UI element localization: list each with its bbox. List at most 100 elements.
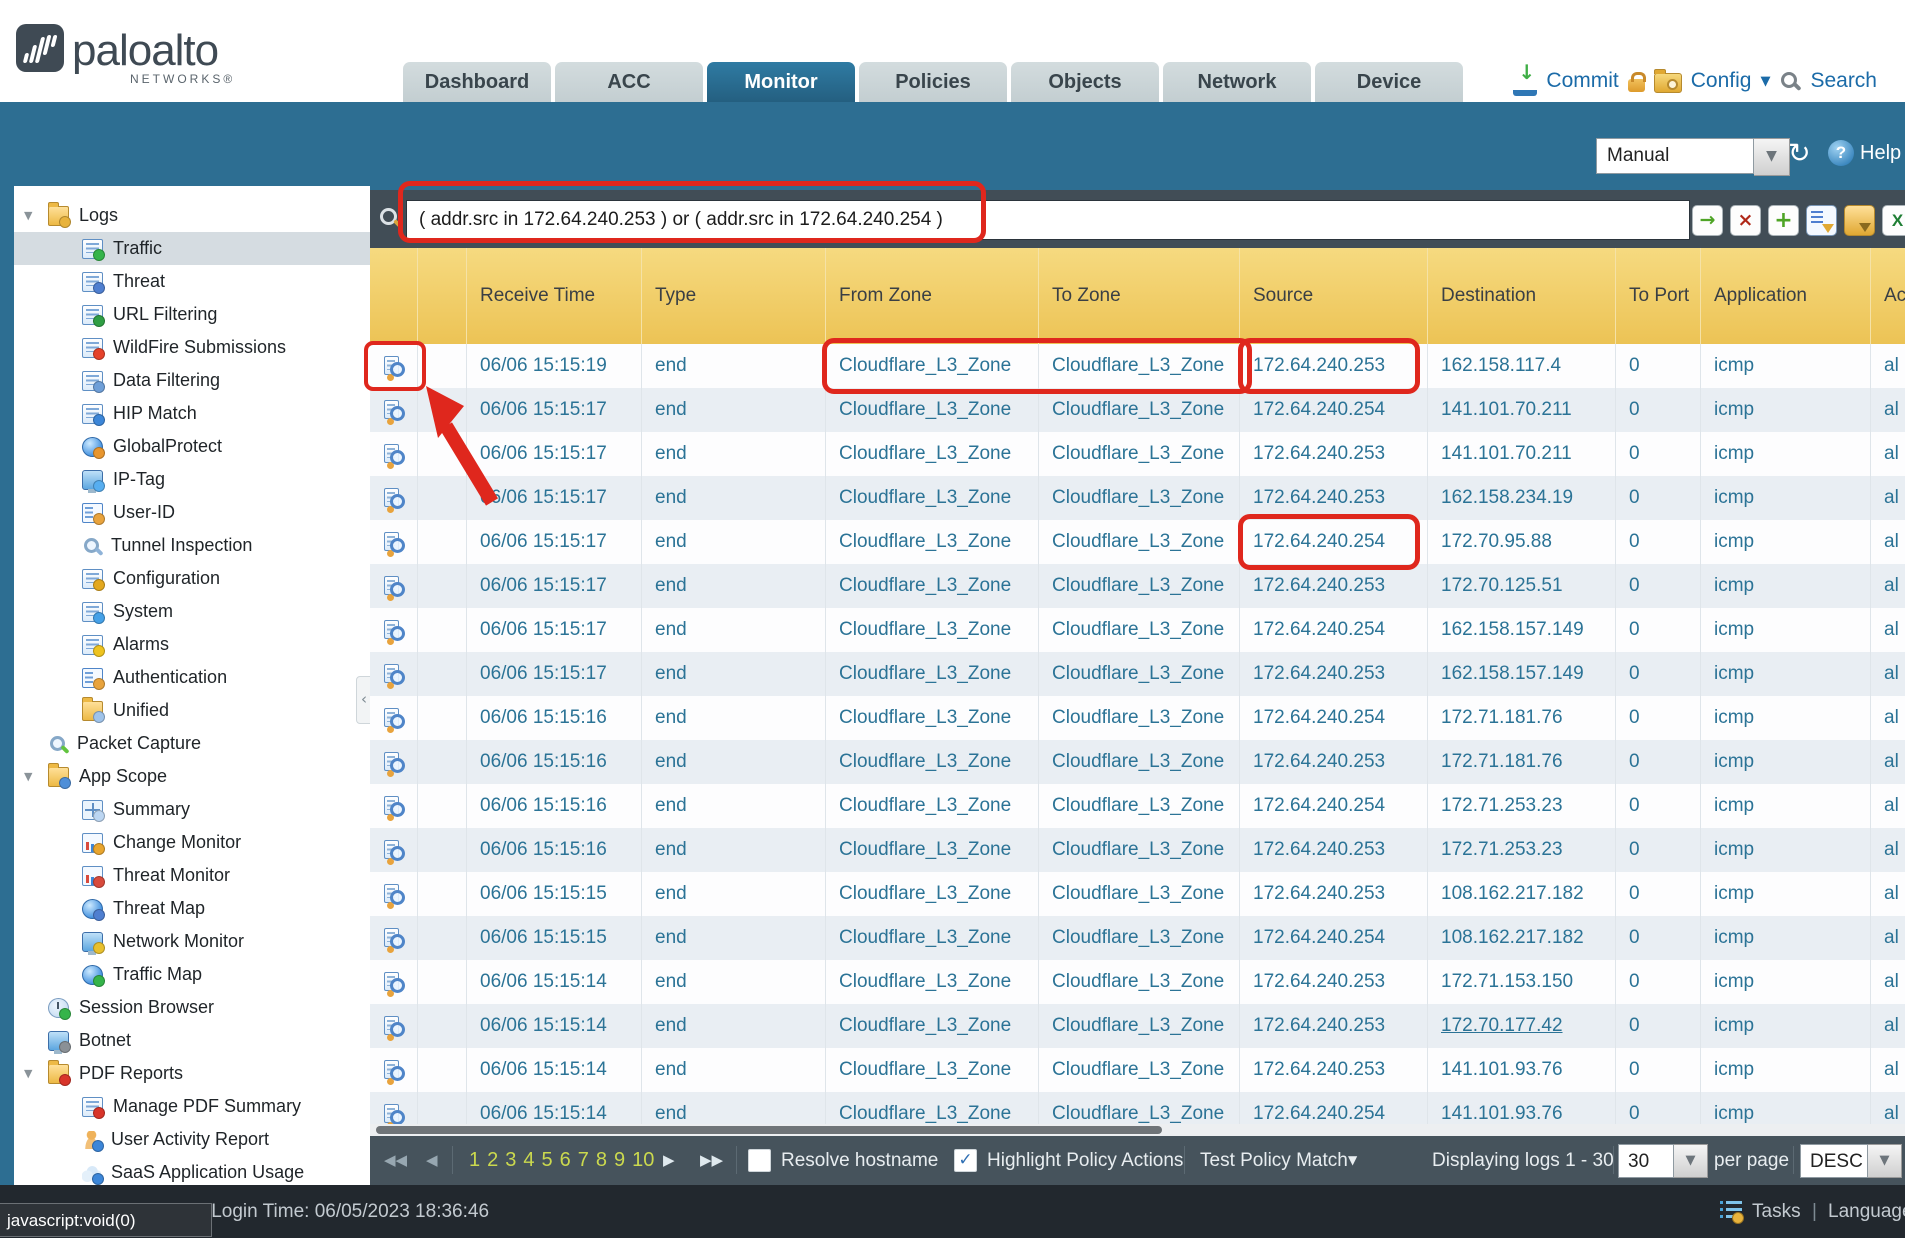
column-header-col1[interactable] bbox=[418, 248, 467, 344]
tab-objects[interactable]: Objects bbox=[1011, 62, 1159, 102]
add-filter-icon[interactable]: + bbox=[1768, 205, 1799, 236]
resolve-hostname-checkbox[interactable] bbox=[748, 1149, 771, 1172]
search-icon[interactable] bbox=[1779, 70, 1801, 92]
page-number-1[interactable]: 1 bbox=[469, 1136, 480, 1185]
config-icon[interactable] bbox=[1654, 73, 1682, 93]
sidebar-item-traffic-map[interactable]: Traffic Map bbox=[14, 958, 370, 991]
help-icon[interactable]: ? bbox=[1828, 140, 1854, 166]
horizontal-scrollbar-thumb[interactable] bbox=[376, 1126, 1162, 1134]
sidebar-item-logs[interactable]: ▼Logs bbox=[14, 199, 370, 232]
sidebar-item-session-browser[interactable]: Session Browser bbox=[14, 991, 370, 1024]
column-header-to-zone[interactable]: To Zone bbox=[1039, 248, 1240, 344]
page-number-6[interactable]: 6 bbox=[560, 1136, 571, 1185]
column-header-receive-time[interactable]: Receive Time bbox=[467, 248, 642, 344]
tasks-icon[interactable] bbox=[1720, 1201, 1742, 1221]
log-detail-icon[interactable] bbox=[383, 752, 405, 773]
column-header-ac[interactable]: Ac bbox=[1871, 248, 1905, 344]
tasks-button[interactable]: Tasks bbox=[1752, 1185, 1801, 1238]
per-page-select[interactable]: 30 bbox=[1618, 1144, 1674, 1178]
page-number-5[interactable]: 5 bbox=[542, 1136, 553, 1185]
log-detail-icon[interactable] bbox=[383, 488, 405, 509]
sidebar-item-network-monitor[interactable]: Network Monitor bbox=[14, 925, 370, 958]
last-page-button[interactable]: ▶▶ bbox=[700, 1136, 723, 1185]
sidebar-item-alarms[interactable]: Alarms bbox=[14, 628, 370, 661]
page-number-2[interactable]: 2 bbox=[487, 1136, 498, 1185]
log-detail-icon[interactable] bbox=[383, 884, 405, 905]
sidebar-item-packet-capture[interactable]: Packet Capture bbox=[14, 727, 370, 760]
page-number-4[interactable]: 4 bbox=[523, 1136, 534, 1185]
destination-link[interactable]: 172.70.177.42 bbox=[1441, 1015, 1563, 1037]
refresh-interval-select[interactable]: Manual ▼ bbox=[1596, 138, 1790, 176]
sidebar-item-botnet[interactable]: Botnet bbox=[14, 1024, 370, 1057]
sidebar-item-traffic[interactable]: Traffic bbox=[14, 232, 370, 265]
sidebar-item-threat[interactable]: Threat bbox=[14, 265, 370, 298]
log-detail-icon[interactable] bbox=[383, 1060, 405, 1081]
commit-icon[interactable] bbox=[1513, 66, 1537, 96]
sidebar-item-change-monitor[interactable]: Change Monitor bbox=[14, 826, 370, 859]
column-header-source[interactable]: Source bbox=[1240, 248, 1428, 344]
column-header-to-port[interactable]: To Port bbox=[1616, 248, 1701, 344]
help-label[interactable]: Help bbox=[1860, 142, 1901, 165]
log-filter-input[interactable] bbox=[406, 200, 1690, 240]
tab-policies[interactable]: Policies bbox=[859, 62, 1007, 102]
column-header-col0[interactable] bbox=[370, 248, 418, 344]
log-detail-icon[interactable] bbox=[383, 928, 405, 949]
log-detail-icon[interactable] bbox=[383, 796, 405, 817]
sort-order-dropdown-arrow[interactable]: ▼ bbox=[1868, 1144, 1902, 1178]
tab-device[interactable]: Device bbox=[1315, 62, 1463, 102]
sidebar-item-wildfire-submissions[interactable]: WildFire Submissions bbox=[14, 331, 370, 364]
sidebar-item-configuration[interactable]: Configuration bbox=[14, 562, 370, 595]
page-number-9[interactable]: 9 bbox=[614, 1136, 625, 1185]
page-number-8[interactable]: 8 bbox=[596, 1136, 607, 1185]
export-to-csv-icon[interactable]: X bbox=[1882, 205, 1905, 236]
log-detail-icon[interactable] bbox=[383, 356, 405, 377]
column-header-application[interactable]: Application bbox=[1701, 248, 1871, 344]
sidebar-item-unified[interactable]: Unified bbox=[14, 694, 370, 727]
page-number-3[interactable]: 3 bbox=[505, 1136, 516, 1185]
sidebar-item-ip-tag[interactable]: IP-Tag bbox=[14, 463, 370, 496]
expander-arrow-icon[interactable]: ▼ bbox=[24, 209, 48, 222]
column-header-destination[interactable]: Destination bbox=[1428, 248, 1616, 344]
prev-page-button[interactable]: ◀ bbox=[426, 1136, 438, 1185]
test-policy-match-button[interactable]: Test Policy Match bbox=[1200, 1136, 1348, 1185]
log-detail-icon[interactable] bbox=[383, 664, 405, 685]
log-detail-icon[interactable] bbox=[383, 576, 405, 597]
sidebar-item-pdf-reports[interactable]: ▼PDF Reports bbox=[14, 1057, 370, 1090]
load-filter-icon[interactable] bbox=[1844, 205, 1875, 236]
log-detail-icon[interactable] bbox=[383, 532, 405, 553]
sidebar-item-threat-monitor[interactable]: Threat Monitor bbox=[14, 859, 370, 892]
refresh-icon[interactable]: ↻ bbox=[1788, 138, 1811, 169]
log-detail-icon[interactable] bbox=[383, 840, 405, 861]
language-button[interactable]: Language bbox=[1828, 1185, 1905, 1238]
column-header-from-zone[interactable]: From Zone bbox=[826, 248, 1039, 344]
sidebar-item-hip-match[interactable]: HIP Match bbox=[14, 397, 370, 430]
page-number-7[interactable]: 7 bbox=[578, 1136, 589, 1185]
column-header-type[interactable]: Type bbox=[642, 248, 826, 344]
per-page-dropdown-arrow[interactable]: ▼ bbox=[1674, 1144, 1708, 1178]
tab-acc[interactable]: ACC bbox=[555, 62, 703, 102]
log-detail-icon[interactable] bbox=[383, 1104, 405, 1125]
tab-dashboard[interactable]: Dashboard bbox=[403, 62, 551, 102]
sidebar-item-saas-application-usage[interactable]: SaaS Application Usage bbox=[14, 1156, 370, 1185]
sidebar-item-app-scope[interactable]: ▼App Scope bbox=[14, 760, 370, 793]
sidebar-item-authentication[interactable]: Authentication bbox=[14, 661, 370, 694]
test-policy-match-caret-icon[interactable]: ▼ bbox=[1348, 1136, 1357, 1185]
config-button[interactable]: Config bbox=[1691, 69, 1752, 93]
log-detail-icon[interactable] bbox=[383, 620, 405, 641]
expander-arrow-icon[interactable]: ▼ bbox=[24, 770, 48, 783]
sidebar-item-user-activity-report[interactable]: User Activity Report bbox=[14, 1123, 370, 1156]
clear-filter-icon[interactable]: × bbox=[1730, 205, 1761, 236]
expander-arrow-icon[interactable]: ▼ bbox=[24, 1067, 48, 1080]
sort-order-select[interactable]: DESC bbox=[1800, 1144, 1868, 1178]
page-number-10[interactable]: 10 bbox=[632, 1136, 654, 1185]
commit-button[interactable]: Commit bbox=[1546, 69, 1618, 93]
sidebar-item-url-filtering[interactable]: URL Filtering bbox=[14, 298, 370, 331]
refresh-interval-dropdown-arrow[interactable]: ▼ bbox=[1754, 138, 1790, 176]
next-page-button[interactable]: ▶ bbox=[663, 1136, 675, 1185]
tab-network[interactable]: Network bbox=[1163, 62, 1311, 102]
highlight-policy-actions-checkbox[interactable]: ✓ bbox=[954, 1149, 977, 1172]
sidebar-item-summary[interactable]: Summary bbox=[14, 793, 370, 826]
log-detail-icon[interactable] bbox=[383, 444, 405, 465]
help-menu[interactable]: ? Help bbox=[1828, 140, 1901, 166]
log-detail-icon[interactable] bbox=[383, 400, 405, 421]
